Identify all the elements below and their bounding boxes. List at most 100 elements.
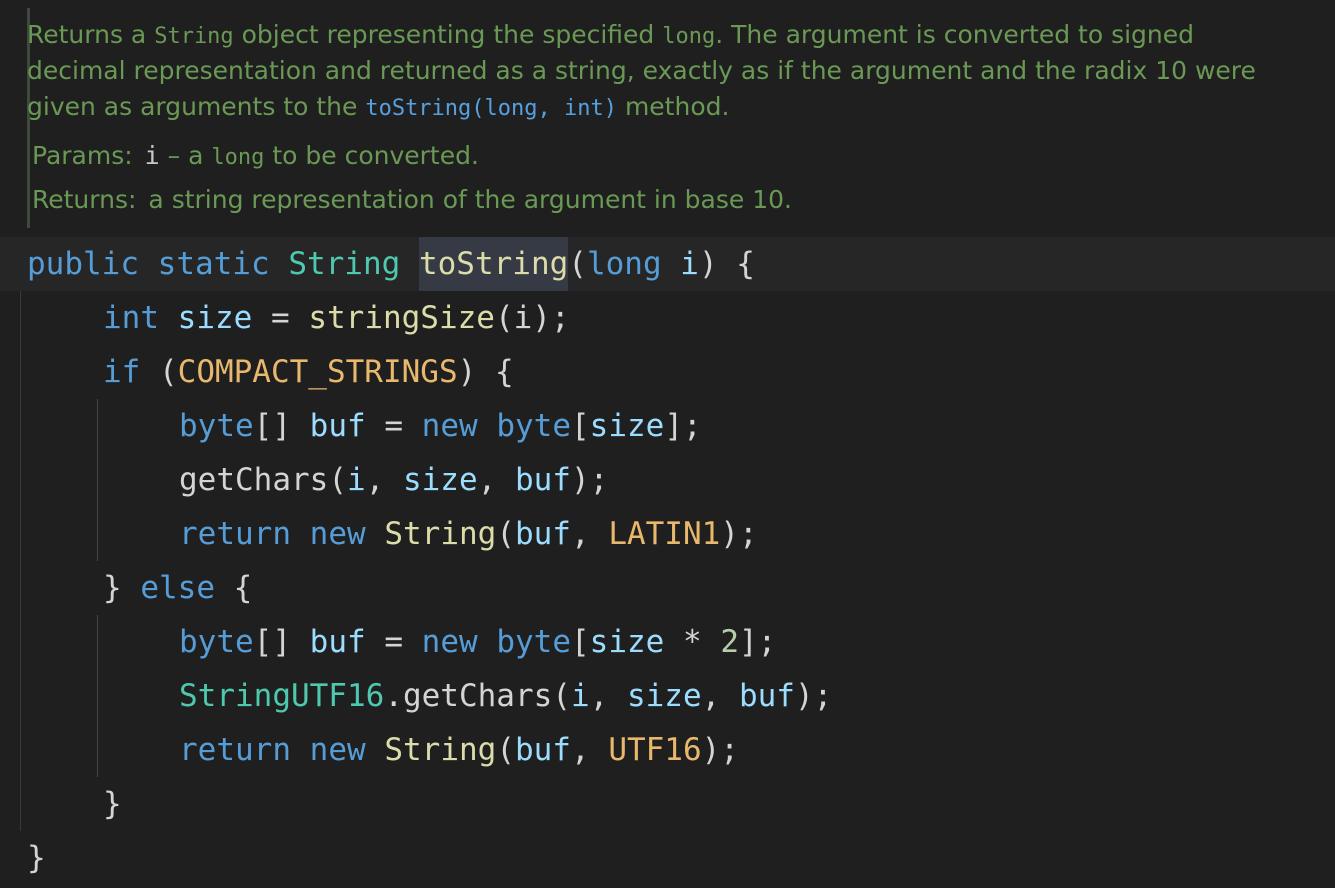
punctuation: []: [253, 408, 310, 444]
keyword: if: [103, 354, 141, 390]
keyword: static: [157, 246, 270, 282]
punctuation: ) {: [457, 354, 514, 390]
punctuation: [: [570, 408, 590, 444]
constant[interactable]: LATIN1: [608, 516, 720, 552]
punctuation: ];: [738, 624, 777, 660]
punctuation: }: [103, 570, 141, 606]
keyword: byte: [179, 624, 254, 660]
code-line-9[interactable]: StringUTF16.getChars(i, size, buf);: [179, 669, 832, 723]
punctuation: (: [568, 246, 587, 282]
method-call[interactable]: stringSize: [308, 300, 495, 336]
punctuation: (: [140, 354, 178, 390]
punctuation: ,: [570, 732, 609, 768]
doc-text: to be converted.: [264, 141, 479, 170]
code-line-4[interactable]: byte[] buf = new byte[size];: [179, 399, 702, 453]
variable[interactable]: i: [571, 678, 590, 714]
variable[interactable]: buf: [310, 408, 366, 444]
tostring-method-link[interactable]: toString(long, int): [365, 96, 617, 121]
code-line-5[interactable]: getChars(i, size, buf);: [179, 453, 608, 507]
punctuation: ,: [477, 462, 515, 498]
keyword: byte: [496, 624, 571, 660]
variable[interactable]: buf: [739, 678, 795, 714]
code-line-2[interactable]: int size = stringSize(i);: [103, 291, 570, 345]
variable[interactable]: size: [590, 408, 665, 444]
code-line-6[interactable]: return new String(buf, LATIN1);: [179, 507, 758, 561]
code-line-8[interactable]: byte[] buf = new byte[size * 2];: [179, 615, 776, 669]
code-editor[interactable]: public static String toString(long i) { …: [0, 237, 1335, 888]
javadoc-returns: Returns: a string representation of the a…: [32, 182, 792, 218]
doc-text: object representing the specified: [233, 20, 663, 49]
punctuation: ,: [570, 516, 609, 552]
variable[interactable]: buf: [515, 516, 571, 552]
returns-label: Returns:: [32, 185, 137, 214]
punctuation: (: [552, 678, 571, 714]
type-name[interactable]: StringUTF16: [179, 678, 384, 714]
keyword: return: [179, 732, 291, 768]
variable[interactable]: size: [627, 678, 702, 714]
code-line-10[interactable]: return new String(buf, UTF16);: [179, 723, 739, 777]
code-line-7[interactable]: } else {: [103, 561, 252, 615]
code-line-11[interactable]: }: [103, 777, 122, 831]
punctuation: (: [496, 732, 515, 768]
variable[interactable]: buf: [515, 462, 571, 498]
doc-inline-code: long: [662, 24, 716, 49]
constructor-call[interactable]: String: [384, 516, 496, 552]
punctuation: ,: [701, 678, 739, 714]
keyword: new: [309, 732, 366, 768]
variable[interactable]: buf: [310, 624, 366, 660]
punctuation: (: [328, 462, 347, 498]
fold-gutter-line: [20, 291, 21, 831]
punctuation: ,: [589, 678, 627, 714]
variable[interactable]: buf: [515, 732, 571, 768]
variable[interactable]: i: [347, 462, 366, 498]
keyword: byte: [496, 408, 571, 444]
variable[interactable]: size: [590, 624, 665, 660]
method-name-tostring[interactable]: toString: [418, 237, 569, 291]
parameter[interactable]: i: [680, 246, 699, 282]
punctuation: []: [253, 624, 310, 660]
punctuation: );: [701, 732, 739, 768]
operator: =: [365, 624, 422, 660]
keyword: byte: [179, 408, 254, 444]
keyword: long: [586, 246, 662, 282]
keyword: else: [140, 570, 215, 606]
method-call[interactable]: getChars: [179, 462, 328, 498]
doc-line-1: Returns a String object representing the…: [27, 17, 1287, 53]
doc-line-3: given as arguments to the toString(long,…: [27, 89, 1287, 125]
punctuation: }: [103, 786, 122, 822]
punctuation: (i);: [494, 300, 570, 336]
punctuation: );: [720, 516, 758, 552]
keyword: public: [27, 246, 139, 282]
code-line-12[interactable]: }: [27, 831, 46, 885]
keyword: int: [103, 300, 159, 336]
constant[interactable]: COMPACT_STRINGS: [178, 354, 458, 390]
type-name[interactable]: String: [288, 246, 400, 282]
punctuation: {: [214, 570, 253, 606]
doc-text: . The argument is converted to signed: [715, 20, 1195, 49]
doc-text: Returns a: [27, 20, 155, 49]
doc-text: – a: [159, 141, 212, 170]
code-line-3[interactable]: if (COMPACT_STRINGS) {: [103, 345, 514, 399]
indent-guide: [97, 615, 98, 777]
code-line-1[interactable]: public static String toString(long i) {: [27, 237, 755, 291]
constructor-call[interactable]: String: [384, 732, 496, 768]
keyword: new: [421, 624, 478, 660]
punctuation: ,: [365, 462, 403, 498]
constant[interactable]: UTF16: [608, 732, 701, 768]
punctuation: }: [27, 840, 46, 876]
javadoc-description: Returns a String object representing the…: [27, 17, 1287, 125]
punctuation: (: [496, 516, 515, 552]
keyword: return: [179, 516, 291, 552]
punctuation: ) {: [698, 246, 755, 282]
doc-text: method.: [617, 92, 730, 121]
operator: =: [252, 300, 309, 336]
params-label: Params:: [32, 141, 133, 170]
doc-text: given as arguments to the: [27, 92, 366, 121]
punctuation: ];: [664, 408, 702, 444]
operator: *: [664, 624, 721, 660]
punctuation: [: [570, 624, 590, 660]
variable[interactable]: size: [178, 300, 253, 336]
variable[interactable]: size: [403, 462, 478, 498]
javadoc-params: Params: i – a long to be converted.: [32, 138, 479, 176]
method-call[interactable]: getChars: [403, 678, 552, 714]
